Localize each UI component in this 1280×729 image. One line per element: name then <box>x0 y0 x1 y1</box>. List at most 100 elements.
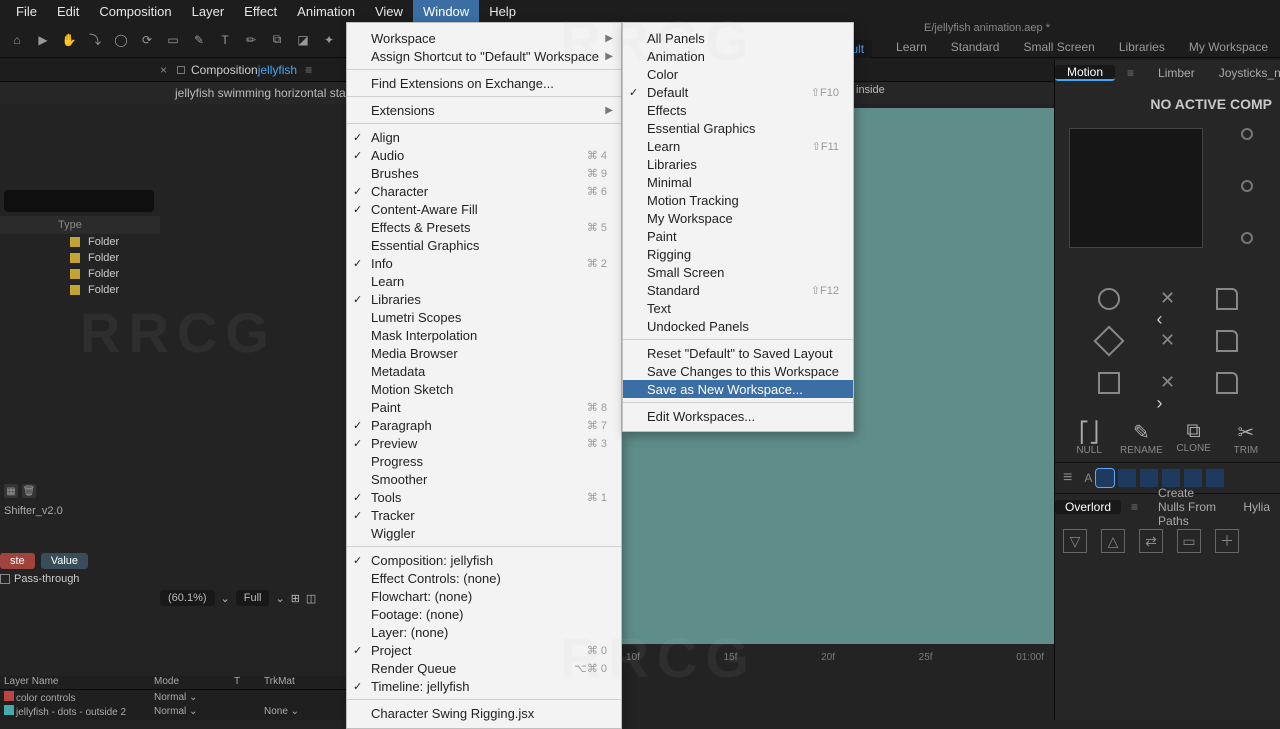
menu-item[interactable]: ✓Default⇧F10 <box>623 83 853 101</box>
menu-item[interactable]: ✓Tools⌘ 1 <box>347 488 621 506</box>
menu-item[interactable]: Small Screen <box>623 263 853 281</box>
rect-tool-icon[interactable]: ▭ <box>162 29 184 51</box>
menu-item[interactable]: Flowchart: (none) <box>347 587 621 605</box>
menu-item[interactable]: ✓Preview⌘ 3 <box>347 434 621 452</box>
home-icon[interactable]: ⌂ <box>6 29 28 51</box>
square-icon[interactable] <box>1098 372 1120 394</box>
menu-item[interactable]: ✓Libraries <box>347 290 621 308</box>
eraser-tool-icon[interactable]: ◪ <box>292 29 314 51</box>
menu-view[interactable]: View <box>365 0 413 22</box>
roto-tool-icon[interactable]: ✦ <box>318 29 340 51</box>
menu-item[interactable]: Standard⇧F12 <box>623 281 853 299</box>
menu-item[interactable]: Text <box>623 299 853 317</box>
menu-item[interactable]: ✓Project⌘ 0 <box>347 641 621 659</box>
frame-icon[interactable]: ▭ <box>1177 529 1201 553</box>
panel-menu-icon[interactable]: ≡ <box>305 63 312 77</box>
menu-item[interactable]: ✓Timeline: jellyfish <box>347 677 621 695</box>
menu-effect[interactable]: Effect <box>234 0 287 22</box>
menu-item[interactable]: Edit Workspaces... <box>623 407 853 425</box>
value-button[interactable]: Value <box>41 553 88 569</box>
grid-icon[interactable]: ◫ <box>306 592 316 605</box>
menu-file[interactable]: File <box>6 0 47 22</box>
comp-name[interactable]: jellyfish <box>258 63 297 77</box>
menu-item[interactable]: Rigging <box>623 245 853 263</box>
dot-icon[interactable] <box>1241 128 1253 140</box>
res-caret-icon[interactable]: ⌄ <box>275 592 284 605</box>
menu-item[interactable]: Footage: (none) <box>347 605 621 623</box>
menu-item[interactable]: Wiggler <box>347 524 621 542</box>
menu-item[interactable]: Progress <box>347 452 621 470</box>
menu-item[interactable]: Workspace▶ <box>347 29 621 47</box>
zoom-tool-icon[interactable]: ⤵ <box>84 29 106 51</box>
menu-item[interactable]: Effects <box>623 101 853 119</box>
dot-icon[interactable] <box>1241 232 1253 244</box>
null-button[interactable]: ⎡⎦NULL <box>1063 420 1115 456</box>
trash-icon[interactable]: 🗑 <box>22 484 36 498</box>
menu-item[interactable]: Lumetri Scopes <box>347 308 621 326</box>
add-icon[interactable]: ＋ <box>1215 529 1239 553</box>
menu-item[interactable]: Motion Sketch <box>347 380 621 398</box>
menu-item[interactable]: Libraries <box>623 155 853 173</box>
workspace-submenu[interactable]: All PanelsAnimationColor✓Default⇧F10Effe… <box>622 22 854 432</box>
menu-item[interactable]: Find Extensions on Exchange... <box>347 74 621 92</box>
menu-item[interactable]: Learn⇧F11 <box>623 137 853 155</box>
menu-item[interactable]: Color <box>623 65 853 83</box>
menu-item[interactable]: ✓Character⌘ 6 <box>347 182 621 200</box>
diamond-icon[interactable] <box>1093 325 1124 356</box>
ease-preset[interactable] <box>1140 469 1158 487</box>
forward-icon[interactable]: › <box>1157 372 1179 394</box>
selection-tool-icon[interactable]: ▶ <box>32 29 54 51</box>
menu-item[interactable]: ✓Tracker <box>347 506 621 524</box>
hamburger-icon[interactable]: ≡ <box>1063 469 1072 487</box>
inspector-tab[interactable]: Motion <box>1055 65 1115 81</box>
inspector-tab[interactable]: Joysticks_n_Sliders <box>1207 66 1280 80</box>
project-row[interactable]: Folder <box>0 266 160 282</box>
inspector-tab[interactable]: Limber <box>1146 66 1207 80</box>
camera-icon[interactable]: ⊞ <box>291 592 300 605</box>
brush-tool-icon[interactable]: ✏ <box>240 29 262 51</box>
menu-item[interactable]: Assign Shortcut to "Default" Workspace▶ <box>347 47 621 65</box>
type-tool-icon[interactable]: T <box>214 29 236 51</box>
menu-item[interactable]: Layer: (none) <box>347 623 621 641</box>
menu-item[interactable]: Essential Graphics <box>623 119 853 137</box>
menu-item[interactable]: Brushes⌘ 9 <box>347 164 621 182</box>
page-icon[interactable] <box>1216 330 1238 352</box>
menu-item[interactable]: Effects & Presets⌘ 5 <box>347 218 621 236</box>
menu-item[interactable]: Animation <box>623 47 853 65</box>
swap-icon[interactable]: ⇄ <box>1139 529 1163 553</box>
menu-item[interactable]: Undocked Panels <box>623 317 853 335</box>
paste-button[interactable]: ste <box>0 553 35 569</box>
menu-layer[interactable]: Layer <box>182 0 235 22</box>
menu-item[interactable]: Motion Tracking <box>623 191 853 209</box>
close-icon[interactable] <box>1157 330 1179 352</box>
page-icon[interactable] <box>1216 288 1238 310</box>
orbit-tool-icon[interactable]: ◯ <box>110 29 132 51</box>
menu-window[interactable]: Window <box>413 0 479 22</box>
project-search-input[interactable] <box>4 190 154 212</box>
window-menu[interactable]: Workspace▶Assign Shortcut to "Default" W… <box>346 22 622 729</box>
close-icon[interactable]: × <box>160 63 167 77</box>
dot-icon[interactable] <box>1241 180 1253 192</box>
menu-item[interactable]: ✓Info⌘ 2 <box>347 254 621 272</box>
overlord-tab[interactable]: Create Nulls From Paths <box>1148 486 1233 528</box>
back-icon[interactable]: ‹ <box>1157 288 1179 310</box>
menu-item[interactable]: Smoother <box>347 470 621 488</box>
ease-preset[interactable] <box>1206 469 1224 487</box>
rename-button[interactable]: ✎RENAME <box>1115 420 1167 456</box>
menu-item[interactable]: Effect Controls: (none) <box>347 569 621 587</box>
pen-tool-icon[interactable]: ✎ <box>188 29 210 51</box>
menu-item[interactable]: Mask Interpolation <box>347 326 621 344</box>
project-row[interactable]: Folder <box>0 234 160 250</box>
menu-item[interactable]: ✓Composition: jellyfish <box>347 551 621 569</box>
menu-item[interactable]: Essential Graphics <box>347 236 621 254</box>
menu-edit[interactable]: Edit <box>47 0 89 22</box>
menu-item[interactable]: Save Changes to this Workspace <box>623 362 853 380</box>
layer-row[interactable]: jellyfish - dots - outside 2Normal ⌄None… <box>0 704 350 718</box>
menu-help[interactable]: Help <box>479 0 526 22</box>
rotate-tool-icon[interactable]: ⟳ <box>136 29 158 51</box>
pull-up-icon[interactable]: △ <box>1101 529 1125 553</box>
page-icon[interactable] <box>1216 372 1238 394</box>
menu-item[interactable]: Extensions▶ <box>347 101 621 119</box>
workspace-learn[interactable]: Learn <box>896 40 927 58</box>
trim-button[interactable]: ✂TRIM <box>1220 420 1272 456</box>
